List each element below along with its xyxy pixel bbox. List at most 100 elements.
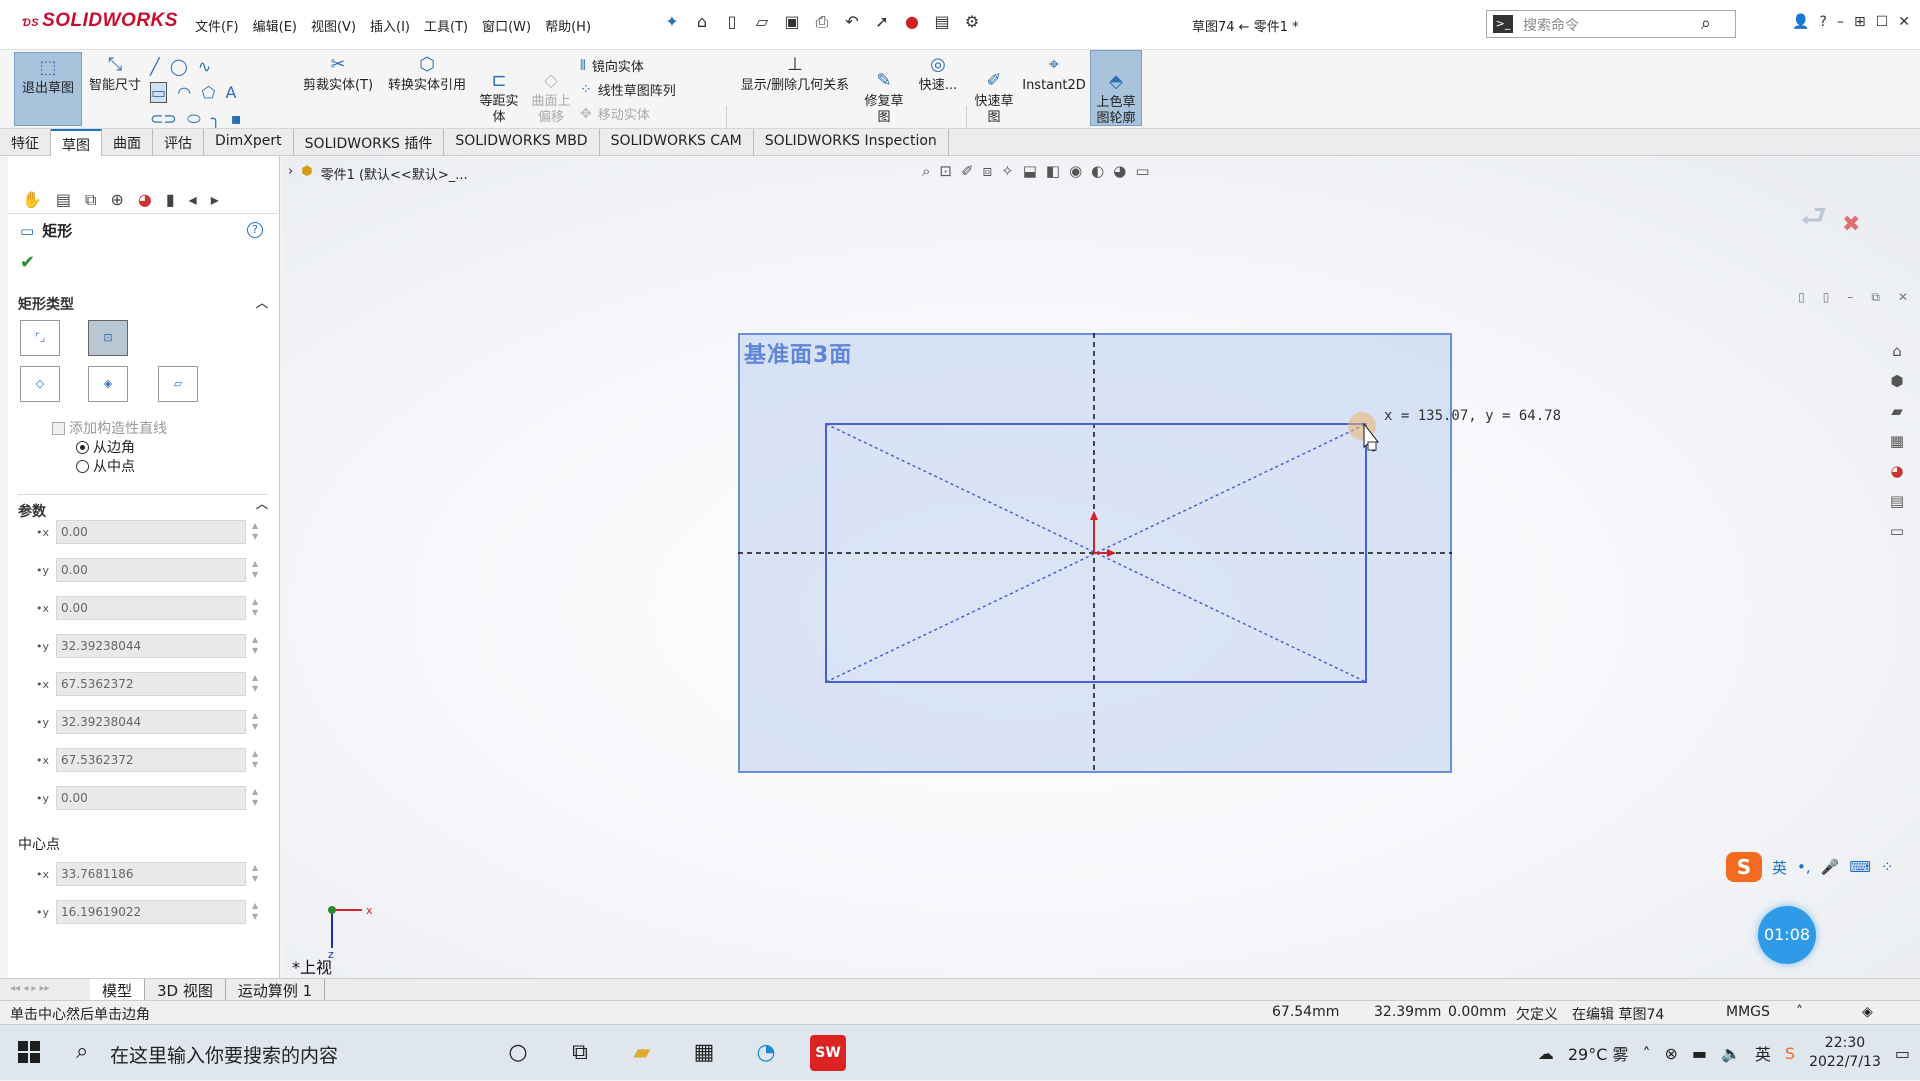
rebuild-status-icon[interactable]: ◈ bbox=[1862, 1004, 1873, 1020]
edge-browser-icon[interactable]: ◔ bbox=[748, 1035, 784, 1071]
param-field[interactable]: •x 67.5362372 ▲ ▼ bbox=[18, 672, 268, 698]
keyboard-icon[interactable]: ⌨ bbox=[1849, 858, 1871, 876]
point-icon[interactable]: ▪ bbox=[231, 109, 242, 128]
rect-type-header[interactable]: 矩形类型 ︿ bbox=[18, 294, 268, 314]
arc-icon[interactable]: ◠ bbox=[177, 83, 191, 102]
tile-icon[interactable]: ⊞ bbox=[1854, 14, 1866, 30]
display-delete-relations-button[interactable]: ⊥ 显示/删除几何关系 bbox=[732, 54, 858, 94]
collapse-icon[interactable]: ︿ bbox=[256, 294, 268, 311]
calculator-icon[interactable]: ▦ bbox=[686, 1035, 722, 1071]
chevron-right-icon[interactable]: ▸ bbox=[211, 190, 219, 209]
units-selector[interactable]: MMGS bbox=[1726, 1004, 1770, 1020]
search-commands-input[interactable]: >_ 搜索命令 ⌕ bbox=[1486, 10, 1736, 38]
taskbar-search[interactable]: ⌕ 在这里输入你要搜索的内容 bbox=[68, 1025, 488, 1081]
add-construction-lines-checkbox[interactable]: 添加构造性直线 bbox=[52, 418, 167, 438]
tab-evaluate[interactable]: 评估 bbox=[153, 129, 204, 156]
maximize-icon[interactable]: ☐ bbox=[1876, 14, 1889, 30]
home-icon[interactable]: ⌂ bbox=[1882, 342, 1912, 360]
spinner-icon[interactable]: ▲ ▼ bbox=[252, 634, 258, 656]
text-icon[interactable]: A bbox=[226, 83, 237, 102]
new-document-icon[interactable]: ▯ bbox=[720, 12, 744, 32]
move-entities-button[interactable]: ✥ 移动实体 bbox=[580, 104, 650, 124]
from-midpoints-radio[interactable]: 从中点 bbox=[76, 456, 135, 476]
input-language-icon[interactable]: 英 bbox=[1755, 1041, 1771, 1065]
spinner-icon[interactable]: ▲ ▼ bbox=[252, 748, 258, 770]
property-manager-icon[interactable]: ▤ bbox=[56, 190, 71, 209]
exit-sketch-button[interactable]: ⬚ 退出草图 bbox=[14, 52, 82, 126]
smart-dimension-button[interactable]: ⤡ 智能尺寸 bbox=[84, 54, 146, 94]
corner-rectangle-option[interactable]: ⌜⌟ bbox=[20, 320, 60, 356]
param-field[interactable]: •x 67.5362372 ▲ ▼ bbox=[18, 748, 268, 774]
undo-icon[interactable]: ↶ bbox=[840, 12, 864, 32]
parallelogram-option[interactable]: ▱ bbox=[158, 366, 198, 402]
volume-icon[interactable]: 🔈 bbox=[1721, 1044, 1741, 1063]
spinner-icon[interactable]: ▲ ▼ bbox=[252, 786, 258, 808]
sogou-ime-icon[interactable]: S bbox=[1726, 852, 1762, 882]
configuration-manager-icon[interactable]: ⧉ bbox=[85, 190, 96, 210]
quick-snaps-button[interactable]: ◎ 快速... bbox=[914, 54, 962, 94]
punctuation-icon[interactable]: •, bbox=[1797, 858, 1811, 876]
options-gear-icon[interactable]: ⚙ bbox=[960, 12, 984, 32]
fillet-icon[interactable]: ╮ bbox=[211, 109, 221, 128]
center-rectangle-option[interactable]: ⊡ bbox=[88, 320, 128, 356]
battery-icon[interactable]: ▬ bbox=[1692, 1044, 1707, 1063]
resources-icon[interactable]: ⬢ bbox=[1882, 372, 1912, 390]
param-field[interactable]: •y 32.39238044 ▲ ▼ bbox=[18, 634, 268, 660]
pin-icon[interactable]: ✦ bbox=[660, 12, 684, 32]
graphics-area[interactable]: › ⬢ 零件1 (默认<<默认>_... ⌕ ⊡ ✐ ⧈ ✧ ⬓ ◧ ◉ ◐ ◕… bbox=[282, 156, 1920, 978]
spinner-icon[interactable]: ▲ ▼ bbox=[252, 900, 258, 922]
polygon-icon[interactable]: ⬠ bbox=[201, 83, 215, 102]
circle-icon[interactable]: ◯ bbox=[170, 57, 188, 76]
menu-view[interactable]: 视图(V) bbox=[304, 16, 363, 35]
close-icon[interactable]: ✕ bbox=[1898, 14, 1910, 30]
from-corners-radio[interactable]: 从边角 bbox=[76, 437, 135, 457]
design-library-icon[interactable]: ▰ bbox=[1882, 402, 1912, 420]
feature-manager-icon[interactable]: ✋ bbox=[22, 190, 42, 209]
solidworks-logo[interactable]: ƊS SOLIDWORKS bbox=[22, 10, 178, 32]
tab-addins[interactable]: SOLIDWORKS 插件 bbox=[294, 129, 445, 156]
menu-file[interactable]: 文件(F) bbox=[188, 16, 246, 35]
3point-center-rectangle-option[interactable]: ◈ bbox=[88, 366, 128, 402]
menu-window[interactable]: 窗口(W) bbox=[475, 16, 538, 35]
offset-entities-button[interactable]: ⊏ 等距实 体 bbox=[474, 54, 524, 126]
weather-text[interactable]: 29°C 雾 bbox=[1568, 1041, 1629, 1065]
param-field[interactable]: •y 0.00 ▲ ▼ bbox=[18, 558, 268, 584]
linear-pattern-button[interactable]: ⁘ 线性草图阵列 bbox=[580, 80, 676, 100]
print-icon[interactable]: ⎙ bbox=[810, 12, 834, 32]
tab-dimxpert[interactable]: DimXpert bbox=[204, 129, 294, 156]
menu-insert[interactable]: 插入(I) bbox=[363, 16, 417, 35]
help-icon[interactable]: ? bbox=[1820, 14, 1827, 30]
tab-model[interactable]: 模型 bbox=[90, 979, 146, 1000]
param-field[interactable]: •x 0.00 ▲ ▼ bbox=[18, 520, 268, 546]
clock[interactable]: 22:30 2022/7/13 bbox=[1809, 1034, 1881, 1072]
file-explorer-icon[interactable]: ▰ bbox=[624, 1035, 660, 1071]
spinner-icon[interactable]: ▲ ▼ bbox=[252, 558, 258, 580]
network-icon[interactable]: ⊗ bbox=[1664, 1044, 1677, 1063]
shaded-sketch-contours-button[interactable]: ⬘ 上色草 图轮廓 bbox=[1090, 50, 1142, 126]
windows-start-icon[interactable] bbox=[18, 1041, 40, 1063]
spinner-icon[interactable]: ▲ ▼ bbox=[252, 672, 258, 694]
custom-properties-icon[interactable]: ▤ bbox=[1882, 492, 1912, 510]
chevron-up-icon[interactable]: ˄ bbox=[1796, 1004, 1803, 1020]
center-x-field[interactable]: •x 33.7681186 ▲ ▼ bbox=[18, 862, 268, 888]
3point-corner-rectangle-option[interactable]: ◇ bbox=[20, 366, 60, 402]
tab-mbd[interactable]: SOLIDWORKS MBD bbox=[444, 129, 600, 156]
select-arrow-icon[interactable]: ➚ bbox=[870, 12, 894, 32]
mirror-entities-button[interactable]: ⫴ 镜向实体 bbox=[580, 56, 644, 76]
center-y-field[interactable]: •y 16.19619022 ▲ ▼ bbox=[18, 900, 268, 926]
cortana-icon[interactable]: ○ bbox=[500, 1035, 536, 1071]
file-explorer-icon[interactable]: ▦ bbox=[1882, 432, 1912, 450]
save-icon[interactable]: ▣ bbox=[780, 12, 804, 32]
ok-checkmark-icon[interactable]: ✔ bbox=[20, 252, 35, 273]
trim-entities-button[interactable]: ✂ 剪裁实体(T) bbox=[302, 54, 374, 94]
tab-motion-study[interactable]: 运动算例 1 bbox=[226, 979, 326, 1000]
rectangle-icon[interactable]: ▭ bbox=[150, 82, 168, 103]
sogou-tray-icon[interactable]: S bbox=[1785, 1044, 1795, 1063]
param-field[interactable]: •y 32.39238044 ▲ ▼ bbox=[18, 710, 268, 736]
spinner-icon[interactable]: ▲ ▼ bbox=[252, 520, 258, 542]
minimize-icon[interactable]: – bbox=[1837, 14, 1844, 30]
dimxpert-manager-icon[interactable]: ⊕ bbox=[110, 190, 123, 209]
more-icon[interactable]: ⁘ bbox=[1881, 858, 1894, 876]
weather-icon[interactable]: ☁ bbox=[1538, 1044, 1554, 1063]
appearances-icon[interactable]: ◕ bbox=[1882, 462, 1912, 480]
